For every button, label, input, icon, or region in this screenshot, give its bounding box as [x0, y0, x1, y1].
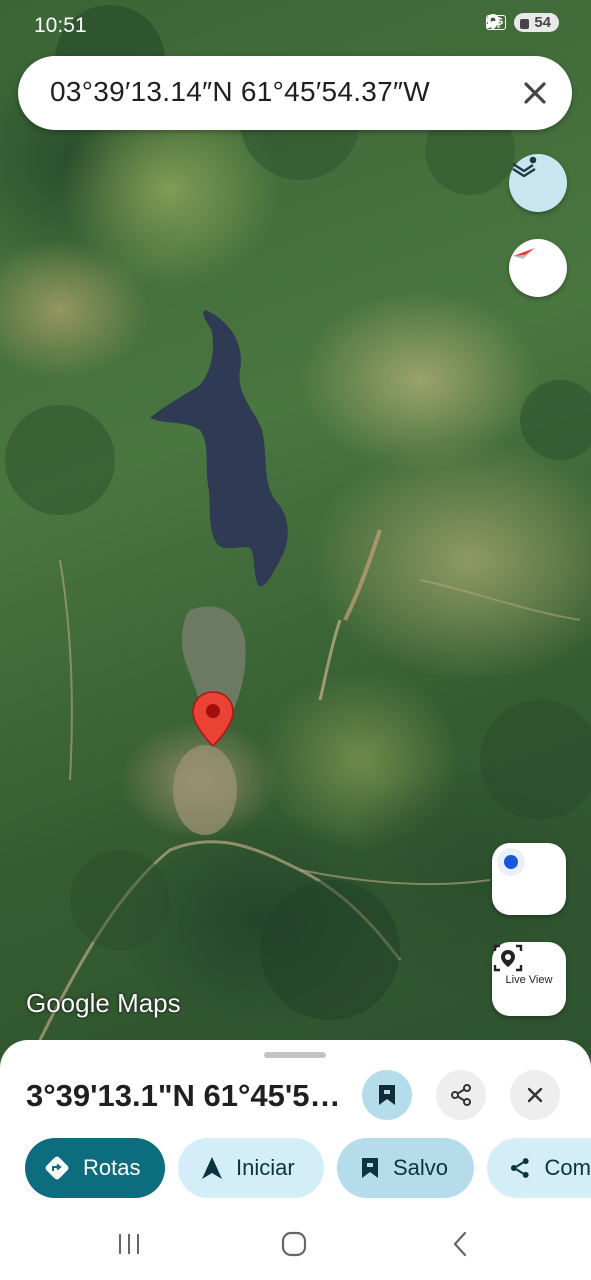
bookmark-icon [379, 1085, 395, 1105]
search-bar[interactable]: 03°39′13.14″N 61°45′54.37″W [18, 56, 572, 130]
close-icon [527, 1087, 543, 1103]
recent-apps-icon[interactable] [116, 1232, 142, 1256]
close-sheet-button[interactable] [510, 1070, 560, 1120]
live-view-icon [493, 944, 523, 972]
google-maps-attribution: Google Maps [26, 988, 181, 1018]
compass-button[interactable] [509, 239, 567, 297]
start-label: Iniciar [236, 1155, 295, 1180]
system-navigation-bar [0, 1212, 591, 1280]
saved-label: Salvo [393, 1155, 449, 1180]
directions-label: Rotas [83, 1155, 141, 1180]
my-location-icon [497, 848, 525, 876]
close-icon[interactable] [518, 76, 552, 110]
directions-icon [45, 1156, 69, 1180]
signal-icon [486, 17, 500, 28]
layers-button[interactable] [509, 154, 567, 212]
share-icon [510, 1158, 529, 1178]
share-icon [451, 1084, 471, 1106]
search-query[interactable]: 03°39′13.14″N 61°45′54.37″W [50, 76, 430, 108]
save-button[interactable] [362, 1070, 412, 1120]
live-view-button[interactable]: Live View [492, 942, 566, 1016]
satellite-map[interactable]: 10:51 5G 54 03°39′13.14″N 61°45′54.37″W [0, 0, 591, 1060]
saved-chip[interactable]: Salvo [337, 1138, 474, 1198]
place-title: 3°39'13.1"N 61°45'5… [26, 1078, 341, 1113]
share-button[interactable] [436, 1070, 486, 1120]
my-location-button[interactable] [492, 843, 566, 915]
start-navigation-chip[interactable]: Iniciar [178, 1138, 324, 1198]
status-icons: 5G 54 [485, 13, 559, 32]
bookmark-icon [362, 1158, 378, 1178]
sheet-drag-handle[interactable] [264, 1052, 326, 1058]
back-icon[interactable] [450, 1230, 470, 1258]
share-label: Com [544, 1155, 591, 1180]
layers-icon [512, 156, 537, 178]
navigation-arrow-icon [202, 1157, 222, 1179]
home-icon[interactable] [280, 1230, 308, 1258]
share-chip[interactable]: Com [487, 1138, 591, 1198]
compass-icon [513, 248, 535, 259]
location-pin-icon[interactable] [191, 690, 235, 750]
battery-icon: 54 [514, 13, 559, 32]
status-time: 10:51 [34, 14, 87, 37]
live-view-label: Live View [505, 974, 553, 986]
directions-chip[interactable]: Rotas [25, 1138, 165, 1198]
status-bar: 10:51 5G 54 [0, 0, 591, 52]
